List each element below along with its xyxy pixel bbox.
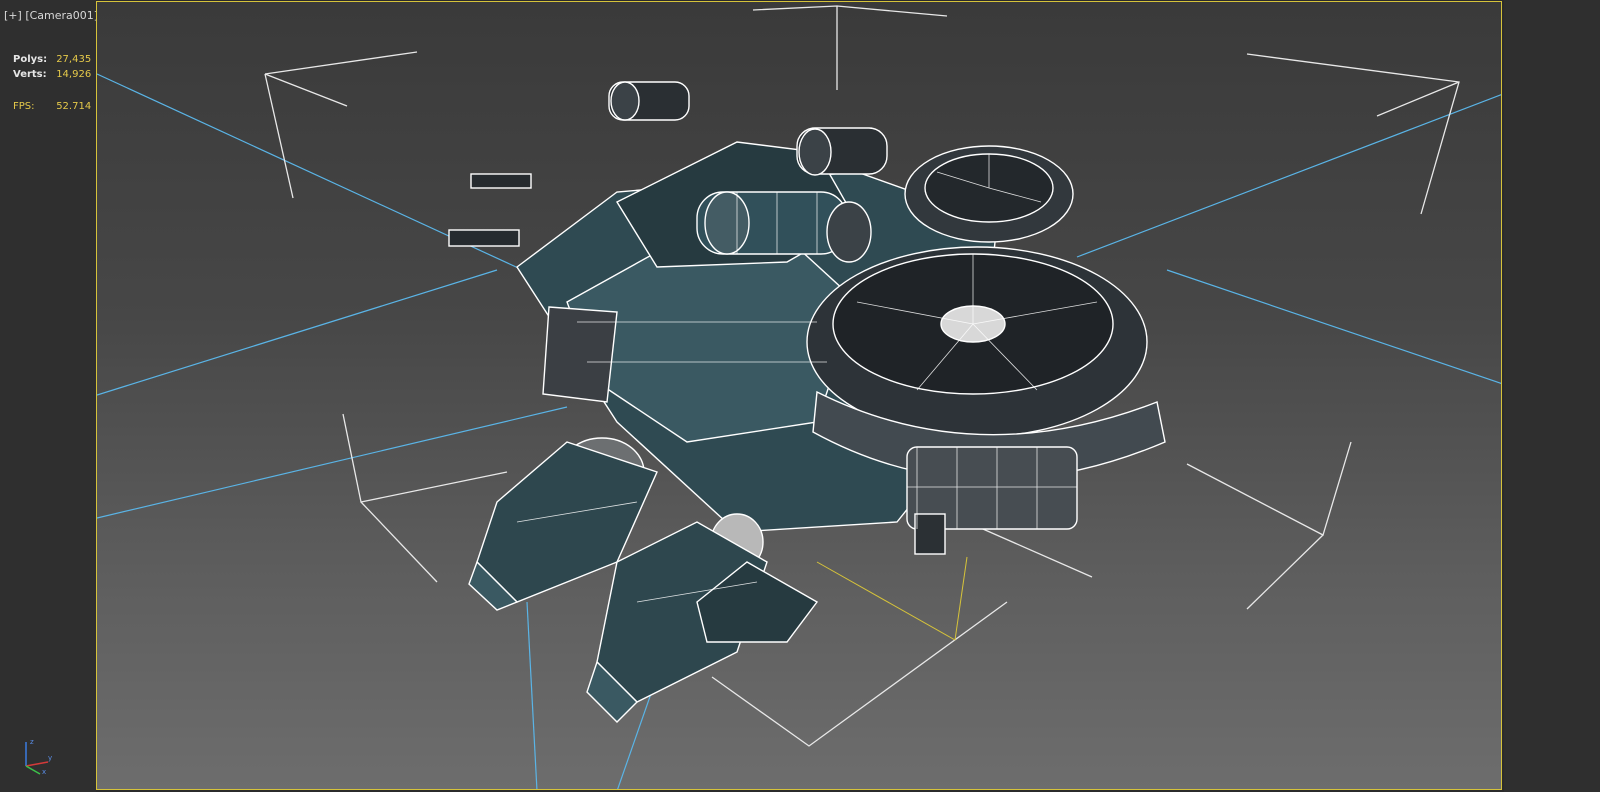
verts-stat: Verts: 14,926 [13,69,91,80]
scene-render [97,5,1501,789]
viewport-menu-button[interactable]: [+] [4,9,22,22]
viewport-label[interactable]: [+] [Camera001] [4,9,98,22]
fps-stat: FPS: 52.714 [13,101,91,112]
verts-label: Verts: [13,69,47,80]
polys-value: 27,435 [56,54,92,65]
fps-value: 52.714 [56,101,92,112]
app-window: [+] [Camera001] Polys: 27,435 Verts: 14,… [0,0,1600,792]
svg-text:x: x [42,768,46,776]
camera-viewport[interactable] [96,1,1502,790]
fps-label: FPS: [13,101,35,112]
left-panel [0,0,96,792]
pivot-lines [816,556,968,641]
mech-model [448,81,1166,723]
verts-value: 14,926 [56,69,92,80]
camera-view-label[interactable]: [Camera001] [25,9,98,22]
polys-stat: Polys: 27,435 [13,54,91,65]
xyz-axis-icon: z y x [25,738,52,776]
svg-text:z: z [30,738,34,746]
right-panel [1504,0,1600,792]
polys-label: Polys: [13,54,48,65]
svg-text:y: y [48,754,52,762]
